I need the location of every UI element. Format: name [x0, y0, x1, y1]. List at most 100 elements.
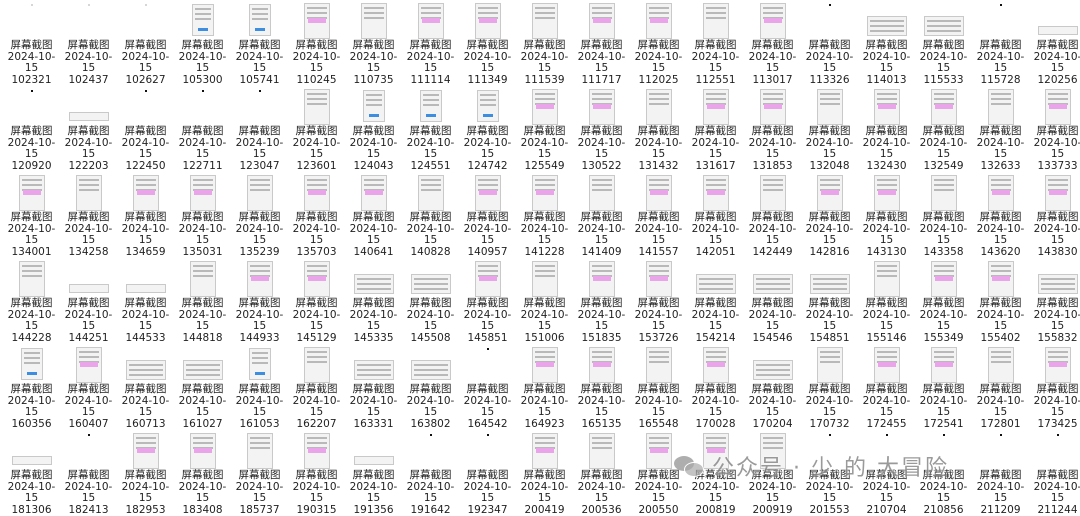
- file-item[interactable]: 屏幕截图 2024-10- 15 115533: [915, 0, 972, 86]
- file-item[interactable]: 屏幕截图 2024-10- 15 160356: [3, 344, 60, 430]
- file-item[interactable]: 屏幕截图 2024-10- 15 144228: [3, 258, 60, 344]
- file-item[interactable]: 屏幕截图 2024-10- 15 135239: [231, 172, 288, 258]
- file-item[interactable]: 屏幕截图 2024-10- 15 154851: [801, 258, 858, 344]
- file-item[interactable]: 屏幕截图 2024-10- 15 122711: [174, 86, 231, 172]
- file-item[interactable]: 屏幕截图 2024-10- 15 105741: [231, 0, 288, 86]
- file-item[interactable]: 屏幕截图 2024-10- 15 145335: [345, 258, 402, 344]
- file-item[interactable]: 屏幕截图 2024-10- 15 161027: [174, 344, 231, 430]
- file-item[interactable]: 屏幕截图 2024-10- 15 151835: [573, 258, 630, 344]
- file-item[interactable]: 屏幕截图 2024-10- 15 163331: [345, 344, 402, 430]
- file-item[interactable]: 屏幕截图 2024-10- 15 144818: [174, 258, 231, 344]
- file-item[interactable]: 屏幕截图 2024-10- 15 142816: [801, 172, 858, 258]
- file-item[interactable]: 屏幕截图 2024-10- 15 185737: [231, 430, 288, 516]
- file-item[interactable]: 屏幕截图 2024-10- 15 142051: [687, 172, 744, 258]
- file-item[interactable]: 屏幕截图 2024-10- 15 102437: [60, 0, 117, 86]
- file-item[interactable]: 屏幕截图 2024-10- 15 145129: [288, 258, 345, 344]
- file-item[interactable]: 屏幕截图 2024-10- 15 154546: [744, 258, 801, 344]
- file-item[interactable]: 屏幕截图 2024-10- 15 111539: [516, 0, 573, 86]
- file-item[interactable]: 屏幕截图 2024-10- 15 172801: [972, 344, 1029, 430]
- file-item[interactable]: 屏幕截图 2024-10- 15 154214: [687, 258, 744, 344]
- file-item[interactable]: 屏幕截图 2024-10- 15 140957: [459, 172, 516, 258]
- file-item[interactable]: 屏幕截图 2024-10- 15 132430: [858, 86, 915, 172]
- file-item[interactable]: 屏幕截图 2024-10- 15 164542: [459, 344, 516, 430]
- file-item[interactable]: 屏幕截图 2024-10- 15 110735: [345, 0, 402, 86]
- file-item[interactable]: 屏幕截图 2024-10- 15 160713: [117, 344, 174, 430]
- file-item[interactable]: 屏幕截图 2024-10- 15 172455: [858, 344, 915, 430]
- file-item[interactable]: 屏幕截图 2024-10- 15 135703: [288, 172, 345, 258]
- file-item[interactable]: 屏幕截图 2024-10- 15 145508: [402, 258, 459, 344]
- file-item[interactable]: 屏幕截图 2024-10- 15 190315: [288, 430, 345, 516]
- file-item[interactable]: 屏幕截图 2024-10- 15 155146: [858, 258, 915, 344]
- file-item[interactable]: 屏幕截图 2024-10- 15 112551: [687, 0, 744, 86]
- file-item[interactable]: 屏幕截图 2024-10- 15 132048: [801, 86, 858, 172]
- file-item[interactable]: 屏幕截图 2024-10- 15 155349: [915, 258, 972, 344]
- file-item[interactable]: 屏幕截图 2024-10- 15 113326: [801, 0, 858, 86]
- file-item[interactable]: 屏幕截图 2024-10- 15 141557: [630, 172, 687, 258]
- file-item[interactable]: 屏幕截图 2024-10- 15 160407: [60, 344, 117, 430]
- file-item[interactable]: 屏幕截图 2024-10- 15 211244: [1029, 430, 1080, 516]
- file-item[interactable]: 屏幕截图 2024-10- 15 173425: [1029, 344, 1080, 430]
- file-item[interactable]: 屏幕截图 2024-10- 15 115728: [972, 0, 1029, 86]
- file-item[interactable]: 屏幕截图 2024-10- 15 145851: [459, 258, 516, 344]
- file-item[interactable]: 屏幕截图 2024-10- 15 124551: [402, 86, 459, 172]
- file-item[interactable]: 屏幕截图 2024-10- 15 161053: [231, 344, 288, 430]
- file-item[interactable]: 屏幕截图 2024-10- 15 155402: [972, 258, 1029, 344]
- file-item[interactable]: 屏幕截图 2024-10- 15 170204: [744, 344, 801, 430]
- file-item[interactable]: 屏幕截图 2024-10- 15 133733: [1029, 86, 1080, 172]
- file-item[interactable]: 屏幕截图 2024-10- 15 134659: [117, 172, 174, 258]
- file-item[interactable]: 屏幕截图 2024-10- 15 113017: [744, 0, 801, 86]
- file-item[interactable]: 屏幕截图 2024-10- 15 124742: [459, 86, 516, 172]
- file-item[interactable]: 屏幕截图 2024-10- 15 120256: [1029, 0, 1080, 86]
- file-item[interactable]: 屏幕截图 2024-10- 15 135031: [174, 172, 231, 258]
- file-item[interactable]: 屏幕截图 2024-10- 15 143830: [1029, 172, 1080, 258]
- file-item[interactable]: 屏幕截图 2024-10- 15 134258: [60, 172, 117, 258]
- file-item[interactable]: 屏幕截图 2024-10- 15 144533: [117, 258, 174, 344]
- file-item[interactable]: 屏幕截图 2024-10- 15 182413: [60, 430, 117, 516]
- file-item[interactable]: 屏幕截图 2024-10- 15 134001: [3, 172, 60, 258]
- file-item[interactable]: 屏幕截图 2024-10- 15 164923: [516, 344, 573, 430]
- file-item[interactable]: 屏幕截图 2024-10- 15 183408: [174, 430, 231, 516]
- file-item[interactable]: 屏幕截图 2024-10- 15 123047: [231, 86, 288, 172]
- file-item[interactable]: 屏幕截图 2024-10- 15 144251: [60, 258, 117, 344]
- file-item[interactable]: 屏幕截图 2024-10- 15 172541: [915, 344, 972, 430]
- file-item[interactable]: 屏幕截图 2024-10- 15 112025: [630, 0, 687, 86]
- file-item[interactable]: 屏幕截图 2024-10- 15 143358: [915, 172, 972, 258]
- file-item[interactable]: 屏幕截图 2024-10- 15 211209: [972, 430, 1029, 516]
- file-item[interactable]: 屏幕截图 2024-10- 15 153726: [630, 258, 687, 344]
- file-item[interactable]: 屏幕截图 2024-10- 15 120920: [3, 86, 60, 172]
- file-item[interactable]: 屏幕截图 2024-10- 15 131432: [630, 86, 687, 172]
- file-item[interactable]: 屏幕截图 2024-10- 15 165548: [630, 344, 687, 430]
- file-item[interactable]: 屏幕截图 2024-10- 15 181306: [3, 430, 60, 516]
- file-item[interactable]: 屏幕截图 2024-10- 15 125549: [516, 86, 573, 172]
- file-item[interactable]: 屏幕截图 2024-10- 15 131617: [687, 86, 744, 172]
- file-item[interactable]: 屏幕截图 2024-10- 15 123601: [288, 86, 345, 172]
- file-item[interactable]: 屏幕截图 2024-10- 15 131853: [744, 86, 801, 172]
- file-item[interactable]: 屏幕截图 2024-10- 15 165135: [573, 344, 630, 430]
- file-item[interactable]: 屏幕截图 2024-10- 15 124043: [345, 86, 402, 172]
- file-item[interactable]: 屏幕截图 2024-10- 15 142449: [744, 172, 801, 258]
- file-item[interactable]: 屏幕截图 2024-10- 15 102627: [117, 0, 174, 86]
- file-item[interactable]: 屏幕截图 2024-10- 15 200536: [573, 430, 630, 516]
- file-item[interactable]: 屏幕截图 2024-10- 15 111114: [402, 0, 459, 86]
- file-item[interactable]: 屏幕截图 2024-10- 15 144933: [231, 258, 288, 344]
- file-item[interactable]: 屏幕截图 2024-10- 15 111349: [459, 0, 516, 86]
- file-item[interactable]: 屏幕截图 2024-10- 15 141409: [573, 172, 630, 258]
- file-item[interactable]: 屏幕截图 2024-10- 15 140641: [345, 172, 402, 258]
- file-item[interactable]: 屏幕截图 2024-10- 15 192347: [459, 430, 516, 516]
- file-item[interactable]: 屏幕截图 2024-10- 15 143130: [858, 172, 915, 258]
- file-item[interactable]: 屏幕截图 2024-10- 15 102321: [3, 0, 60, 86]
- file-item[interactable]: 屏幕截图 2024-10- 15 143620: [972, 172, 1029, 258]
- file-item[interactable]: 屏幕截图 2024-10- 15 111717: [573, 0, 630, 86]
- file-item[interactable]: 屏幕截图 2024-10- 15 151006: [516, 258, 573, 344]
- file-item[interactable]: 屏幕截图 2024-10- 15 155832: [1029, 258, 1080, 344]
- file-item[interactable]: 屏幕截图 2024-10- 15 114013: [858, 0, 915, 86]
- file-item[interactable]: 屏幕截图 2024-10- 15 170732: [801, 344, 858, 430]
- file-item[interactable]: 屏幕截图 2024-10- 15 140828: [402, 172, 459, 258]
- file-item[interactable]: 屏幕截图 2024-10- 15 132633: [972, 86, 1029, 172]
- file-item[interactable]: 屏幕截图 2024-10- 15 141228: [516, 172, 573, 258]
- file-item[interactable]: 屏幕截图 2024-10- 15 182953: [117, 430, 174, 516]
- file-item[interactable]: 屏幕截图 2024-10- 15 105300: [174, 0, 231, 86]
- file-item[interactable]: 屏幕截图 2024-10- 15 122450: [117, 86, 174, 172]
- file-item[interactable]: 屏幕截图 2024-10- 15 191356: [345, 430, 402, 516]
- file-item[interactable]: 屏幕截图 2024-10- 15 170028: [687, 344, 744, 430]
